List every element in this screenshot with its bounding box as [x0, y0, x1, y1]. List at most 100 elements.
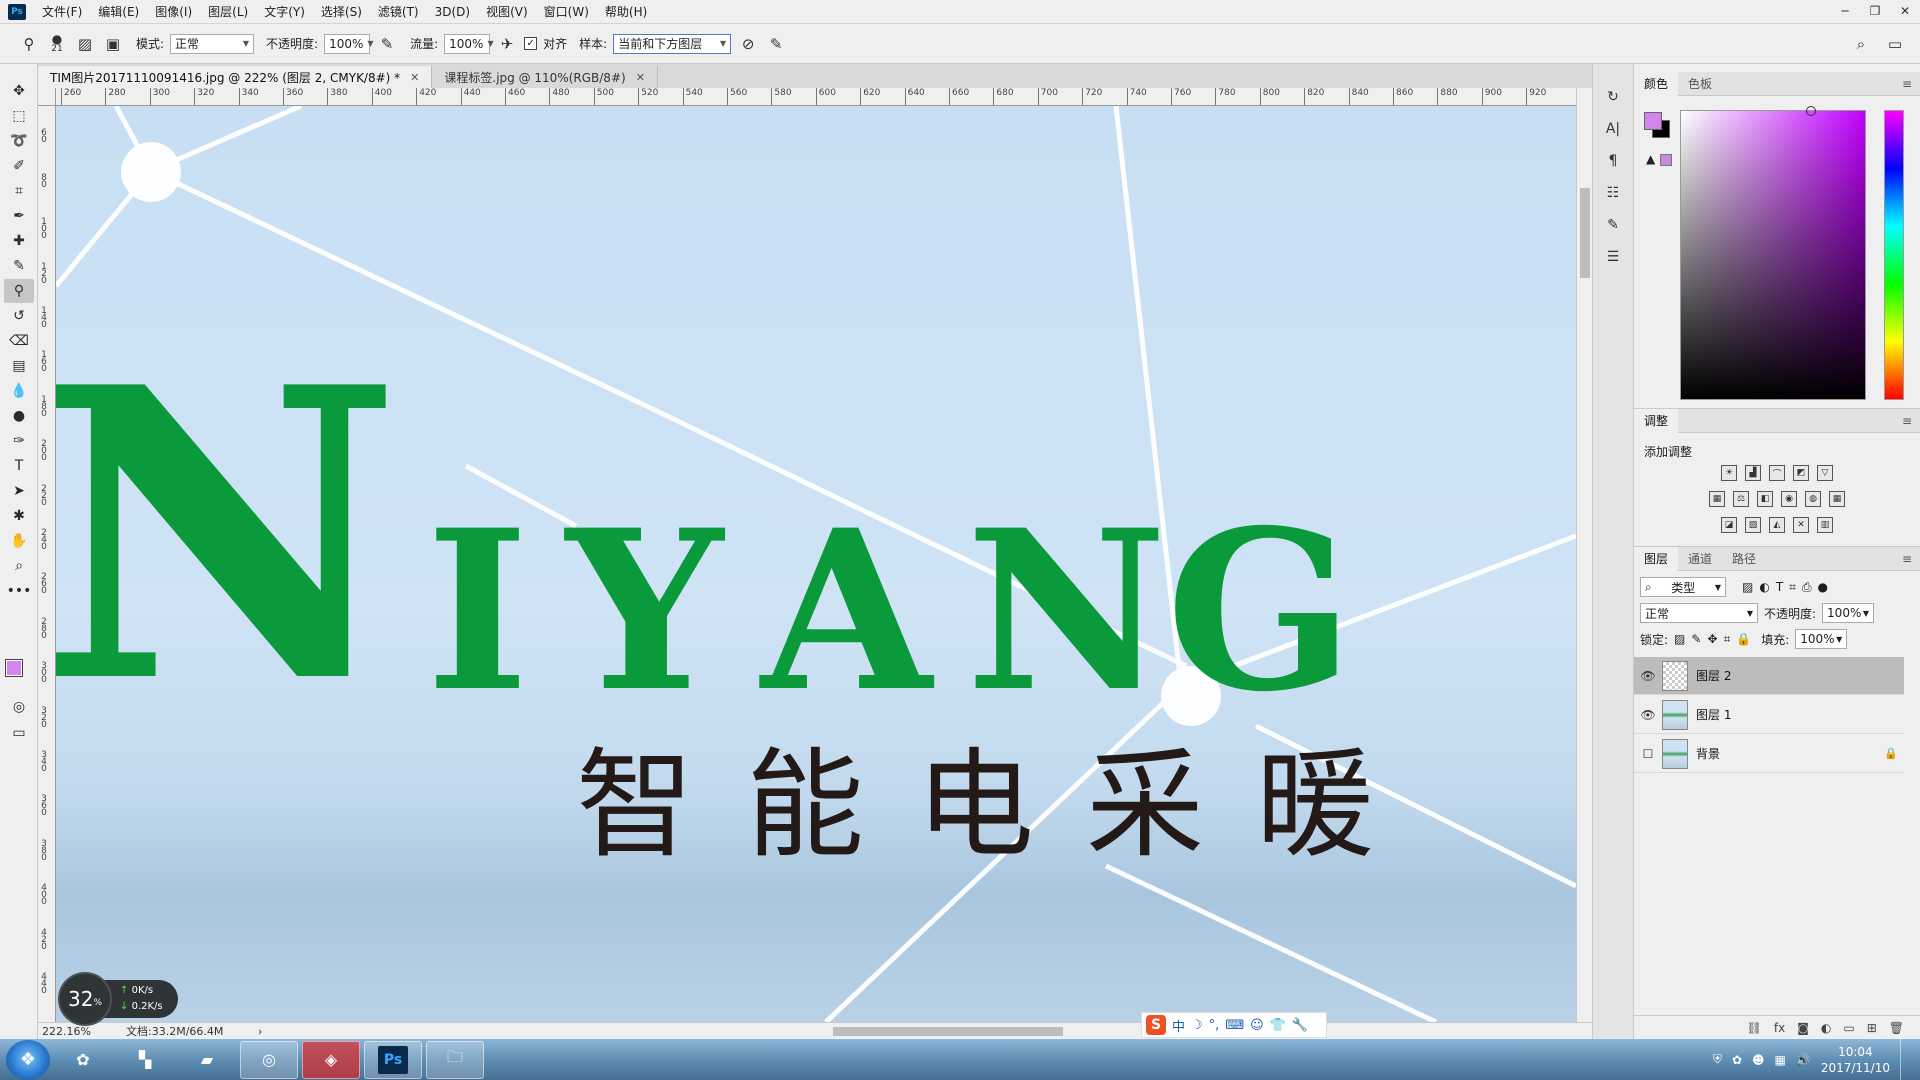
clone-source-panel-icon[interactable]: ▣	[102, 33, 124, 55]
screen-mode-icon[interactable]: ▭	[4, 721, 34, 745]
horizontal-ruler[interactable]: 260 280 300 320 340 360 380 400 420 440 460 480 500 5…	[56, 88, 1576, 106]
custom-shape-tool-icon[interactable]: ✱	[4, 504, 34, 528]
tab-swatches[interactable]: 色板	[1678, 72, 1722, 96]
adjustments-icon[interactable]: ☰	[1598, 244, 1628, 270]
more-tools-icon[interactable]: •••	[4, 579, 34, 603]
brightness-icon[interactable]: ☀	[1721, 465, 1737, 481]
menu-item[interactable]: 窗口(W)	[536, 0, 597, 24]
tab-adjustments[interactable]: 调整	[1634, 408, 1679, 433]
tab-layers[interactable]: 图层	[1634, 546, 1679, 571]
network-monitor-widget[interactable]: ↑ 0K/s ↓ 0.2K/s 32%	[58, 972, 178, 1026]
sogou-logo-icon[interactable]: S	[1146, 1015, 1166, 1035]
workspace-switcher-icon[interactable]: ▭	[1884, 33, 1906, 55]
history-panel-icon[interactable]: ↻	[1598, 84, 1628, 110]
punctuation-icon[interactable]: °,	[1209, 1018, 1220, 1033]
minimize-button[interactable]: ─	[1830, 0, 1860, 22]
color-balance-icon[interactable]: ⚖	[1733, 491, 1749, 507]
channel-mixer-icon[interactable]: ◍	[1805, 491, 1821, 507]
layer-row[interactable]: 👁 图层 1	[1634, 696, 1904, 734]
close-icon[interactable]: ✕	[636, 71, 645, 84]
sample-select[interactable]: 当前和下方图层 ▼	[613, 33, 732, 54]
menu-item[interactable]: 文字(Y)	[256, 0, 313, 24]
new-layer-icon[interactable]: ⊞	[1867, 1021, 1877, 1035]
filter-toggle-icon[interactable]: ●	[1818, 580, 1828, 594]
user-icon[interactable]: ☺	[1250, 1018, 1264, 1033]
type-filter-icon[interactable]: T	[1776, 580, 1783, 594]
shape-filter-icon[interactable]: ⌗	[1789, 580, 1796, 595]
blur-tool-icon[interactable]: 💧	[4, 379, 34, 403]
start-button[interactable]: ❖	[6, 1039, 50, 1080]
menu-item[interactable]: 帮助(H)	[597, 0, 655, 24]
moon-icon[interactable]: ☽	[1191, 1018, 1203, 1033]
ruler-origin[interactable]	[38, 88, 56, 106]
document-canvas[interactable]: N I Y A N G 智能电采暖	[56, 106, 1576, 1022]
color-field[interactable]	[1680, 106, 1866, 400]
close-button[interactable]: ✕	[1890, 0, 1920, 22]
gamut-warning-icon[interactable]: ▲	[1646, 152, 1655, 166]
type-tool-icon[interactable]: T	[4, 454, 34, 478]
history-brush-tool-icon[interactable]: ↺	[4, 304, 34, 328]
tray-app-icon[interactable]: ✿	[1732, 1053, 1742, 1067]
layer-name[interactable]: 背景	[1696, 745, 1884, 762]
lock-position-icon[interactable]: ✥	[1707, 632, 1717, 646]
taskbar-app-photoshop[interactable]: Ps	[364, 1040, 422, 1079]
lasso-tool-icon[interactable]: ➰	[4, 129, 34, 153]
clone-stamp-preset-icon[interactable]: ⚲	[18, 33, 40, 55]
restore-button[interactable]: ❐	[1860, 0, 1890, 22]
vibrance-icon[interactable]: ▽	[1817, 465, 1833, 481]
visibility-eye-icon[interactable]: 👁	[1634, 708, 1662, 722]
mode-select[interactable]: 正常 ▼	[170, 33, 255, 54]
foreground-color-swatch[interactable]	[1644, 112, 1662, 130]
color-lookup-icon[interactable]: ▦	[1829, 491, 1845, 507]
fill-input[interactable]: 100% ▼	[1795, 629, 1848, 649]
layer-style-icon[interactable]: fx	[1774, 1021, 1785, 1035]
lock-pixels-icon[interactable]: ✎	[1691, 632, 1701, 646]
document-tab-1[interactable]: TIM图片20171110091416.jpg @ 222% (图层 2, CM…	[38, 66, 433, 88]
layer-name[interactable]: 图层 1	[1696, 706, 1904, 723]
ime-toolbar[interactable]: S 中 ☽ °, ⌨ ☺ 👕 🔧	[1141, 1012, 1327, 1038]
layer-opacity-input[interactable]: 100% ▼	[1822, 603, 1875, 623]
pressure-opacity-icon[interactable]: ✎	[376, 33, 398, 55]
close-icon[interactable]: ✕	[410, 71, 419, 84]
visibility-eye-icon[interactable]: 👁	[1634, 669, 1662, 683]
new-adjustment-icon[interactable]: ◐	[1821, 1021, 1831, 1035]
scrollbar-thumb[interactable]	[1580, 188, 1590, 278]
selective-color-icon[interactable]: ✕	[1793, 517, 1809, 533]
airbrush-icon[interactable]: ✈	[496, 33, 518, 55]
hue-slider[interactable]	[1884, 110, 1904, 400]
layer-row[interactable]: ☐ 背景 🔒	[1634, 735, 1904, 773]
menu-item[interactable]: 文件(F)	[34, 0, 90, 24]
hue-saturation-icon[interactable]: ▦	[1709, 491, 1725, 507]
menu-item[interactable]: 3D(D)	[427, 0, 478, 24]
brush-panel-toggle-icon[interactable]: ▨	[74, 33, 96, 55]
hand-tool-icon[interactable]: ✋	[4, 529, 34, 553]
opacity-input[interactable]: 100% ▼	[324, 33, 374, 54]
aligned-checkbox[interactable]: ✓	[524, 37, 538, 50]
scrollbar-thumb[interactable]	[833, 1026, 1063, 1036]
pixel-filter-icon[interactable]: ▨	[1742, 580, 1753, 594]
layer-filter-select[interactable]: ⌕ 类型 ▼	[1640, 577, 1726, 597]
threshold-icon[interactable]: ◭	[1769, 517, 1785, 533]
lock-transparent-icon[interactable]: ▨	[1674, 632, 1685, 646]
status-menu-arrow[interactable]: ›	[258, 1025, 278, 1038]
eyedropper-tool-icon[interactable]: ✒	[4, 204, 34, 228]
clock[interactable]: 10:04 2017/11/10	[1821, 1044, 1890, 1076]
paragraph-panel-icon[interactable]: ¶	[1598, 148, 1628, 174]
skin-icon[interactable]: 👕	[1270, 1018, 1286, 1033]
panel-menu-icon[interactable]: ≡	[1902, 409, 1912, 433]
add-mask-icon[interactable]: ◙	[1797, 1021, 1809, 1035]
quick-selection-tool-icon[interactable]: ✐	[4, 154, 34, 178]
character-panel-icon[interactable]: A|	[1598, 116, 1628, 142]
exposure-icon[interactable]: ◩	[1793, 465, 1809, 481]
photo-filter-icon[interactable]: ◉	[1781, 491, 1797, 507]
tab-paths[interactable]: 路径	[1722, 547, 1766, 571]
visibility-toggle-empty[interactable]: ☐	[1634, 747, 1662, 761]
taskbar-app-browser-icon[interactable]: ◎	[240, 1040, 298, 1079]
curves-icon[interactable]: ⌒	[1769, 465, 1785, 481]
menu-item[interactable]: 选择(S)	[313, 0, 370, 24]
taskbar-app-folder-icon[interactable]: 🗀	[426, 1040, 484, 1079]
taskbar-app-notebook-icon[interactable]: ▰	[178, 1041, 236, 1079]
volume-icon[interactable]: 🔊	[1796, 1053, 1811, 1067]
black-white-icon[interactable]: ◧	[1757, 491, 1773, 507]
zoom-tool-icon[interactable]: ⌕	[4, 554, 34, 578]
